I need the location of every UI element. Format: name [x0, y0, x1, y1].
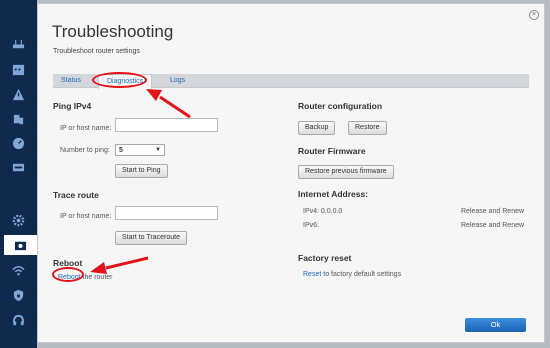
troubleshooting-icon[interactable] [4, 235, 37, 255]
headset-icon[interactable] [0, 310, 37, 330]
ping-host-input[interactable] [115, 118, 218, 132]
ping-count-select[interactable]: 5 ▼ [115, 144, 165, 156]
ok-button[interactable]: Ok [465, 318, 526, 332]
devices-icon[interactable] [0, 109, 37, 129]
router-config-heading: Router configuration [298, 101, 383, 111]
caret-down-icon: ▼ [155, 147, 161, 153]
tab-status[interactable]: Status [53, 74, 89, 88]
start-traceroute-button[interactable]: Start to Traceroute [115, 231, 187, 245]
factory-reset-link[interactable]: Reset [303, 271, 321, 278]
start-ping-button[interactable]: Start to Ping [115, 164, 168, 178]
reboot-highlight [52, 267, 84, 282]
diagnostics-highlight [92, 72, 147, 88]
restore-firmware-button[interactable]: Restore previous firmware [298, 165, 394, 179]
speedometer-icon[interactable] [0, 133, 37, 153]
security-icon[interactable] [0, 285, 37, 305]
reboot-suffix: the router [82, 274, 113, 281]
restore-button[interactable]: Restore [348, 121, 387, 135]
warning-icon[interactable] [0, 84, 37, 104]
ipv6-label: IPv6: [303, 222, 319, 229]
sidebar [0, 0, 37, 348]
firmware-heading: Router Firmware [298, 146, 366, 156]
ping-heading: Ping IPv4 [53, 101, 92, 111]
factory-suffix: to factory default settings [323, 271, 402, 278]
release-renew-ipv6-link[interactable]: Release and Renew [461, 222, 524, 229]
network-icon[interactable] [0, 157, 37, 177]
trace-host-label: IP or host name: [60, 213, 112, 220]
factory-line: Reset to factory default settings [303, 271, 401, 278]
trace-host-input[interactable] [115, 206, 218, 220]
wifi-router-icon[interactable] [0, 34, 37, 54]
internet-heading: Internet Address: [298, 189, 369, 199]
ping-count-value: 5 [119, 147, 123, 154]
page-title: Troubleshooting [52, 22, 174, 41]
calendar-icon[interactable] [0, 59, 37, 79]
close-icon[interactable]: × [529, 10, 539, 20]
troubleshooting-panel: × Troubleshooting Troubleshoot router se… [37, 3, 545, 343]
wireless-icon[interactable] [0, 260, 37, 280]
page-subtitle: Troubleshoot router settings [53, 48, 140, 55]
gear-icon[interactable] [0, 210, 37, 230]
ping-host-label: IP or host name: [60, 125, 112, 132]
backup-button[interactable]: Backup [298, 121, 336, 135]
ping-count-label: Number to ping: [60, 147, 110, 154]
release-renew-ipv4-link[interactable]: Release and Renew [461, 208, 524, 215]
ipv4-label: IPv4: 0.0.0.0 [303, 208, 343, 215]
tab-logs[interactable]: Logs [162, 74, 193, 88]
trace-heading: Trace route [53, 190, 99, 200]
factory-heading: Factory reset [298, 253, 352, 263]
